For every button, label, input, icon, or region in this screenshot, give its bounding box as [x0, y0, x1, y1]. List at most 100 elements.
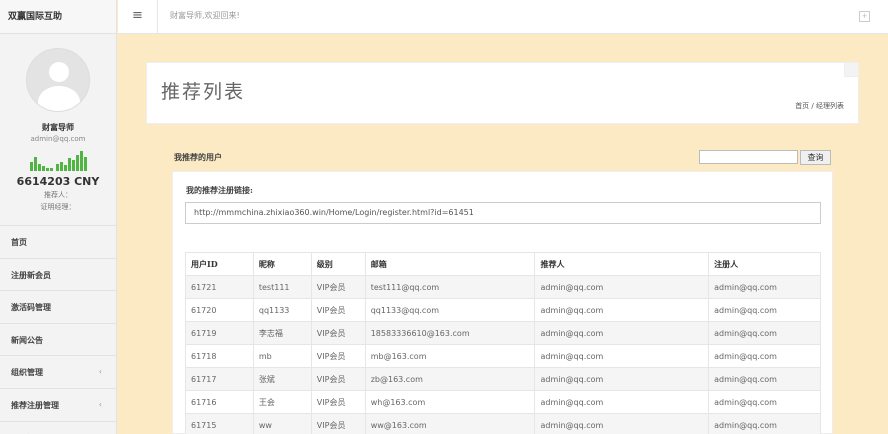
welcome-text: 财富导师,欢迎回来! [170, 11, 240, 20]
cell-email: wh@163.com [364, 390, 536, 414]
table-row[interactable]: 61715 ww VIP会员 ww@163.com admin@qq.com a… [185, 413, 821, 434]
breadcrumb[interactable]: 首页 / 经理列表 [795, 101, 844, 111]
cell-nickname: qq1133 [252, 298, 312, 322]
cell-registrant: admin@qq.com [708, 344, 821, 368]
manager-label: 证明经理： [40, 203, 76, 211]
cell-user-id: 61718 [185, 344, 254, 368]
search-button[interactable]: 查询 [800, 150, 831, 165]
cell-level: VIP会员 [310, 344, 366, 368]
cell-email: mb@163.com [364, 344, 536, 368]
table-row[interactable]: 61720 qq1133 VIP会员 qq1133@qq.com admin@q… [185, 298, 821, 322]
user-profile: 财富导师 admin@qq.com 6614203 CNY 推荐人： 证明经理： [0, 34, 116, 226]
table-header-row: 用户ID 昵称 级别 邮箱 推荐人 注册人 [185, 252, 821, 276]
cell-registrant: admin@qq.com [708, 298, 821, 322]
cell-registrant: admin@qq.com [708, 275, 821, 299]
column-header-level[interactable]: 级别 [310, 252, 366, 276]
cell-email: zb@163.com [364, 367, 536, 391]
cell-recommender: admin@qq.com [534, 367, 710, 391]
sidebar-item-label: 激活码管理 [11, 302, 51, 313]
referral-link-label: 我的推荐注册链接: [186, 185, 253, 195]
search-input[interactable] [699, 150, 798, 164]
referral-table: 用户ID 昵称 级别 邮箱 推荐人 注册人 61721 test111 VIP会… [185, 252, 821, 434]
cell-recommender: admin@qq.com [534, 390, 710, 414]
referral-link-field[interactable]: http://mmmchina.zhixiao360.win/Home/Logi… [185, 202, 821, 224]
column-header-recommender[interactable]: 推荐人 [534, 252, 710, 276]
sparkline-bars-icon [0, 149, 116, 171]
column-header-registrant[interactable]: 注册人 [708, 252, 821, 276]
chevron-left-icon: ‹ [99, 422, 102, 434]
table-row[interactable]: 61718 mb VIP会员 mb@163.com admin@qq.com a… [185, 344, 821, 368]
cell-user-id: 61720 [185, 298, 254, 322]
sidebar-item-referral-management[interactable]: 推荐注册管理 ‹ [0, 388, 116, 422]
collapse-icon[interactable] [844, 63, 858, 77]
sidebar-item-label: 注册新会员 [11, 269, 51, 280]
page-title: 推荐列表 [161, 81, 246, 103]
hamburger-icon[interactable]: ≡ [118, 0, 158, 34]
sidebar-menu: 首页 注册新会员 激活码管理 新闻公告 组织管理 ‹ 推荐注册管理 ‹ 账号管理 ‹ [0, 226, 116, 434]
table-row[interactable]: 61716 王会 VIP会员 wh@163.com admin@qq.com a… [185, 390, 821, 414]
column-header-user-id[interactable]: 用户ID [185, 252, 254, 276]
sidebar-item-label: 组织管理 [11, 367, 43, 378]
cell-nickname: ww [252, 413, 312, 434]
cell-nickname: 张斌 [252, 367, 312, 391]
cell-email: test111@qq.com [364, 275, 536, 299]
cell-email: ww@163.com [364, 413, 536, 434]
section-label: 我推荐的用户 [174, 152, 222, 162]
sidebar-item-account[interactable]: 账号管理 ‹ [0, 421, 116, 434]
cell-user-id: 61717 [185, 367, 254, 391]
sidebar-item-home[interactable]: 首页 [0, 226, 116, 259]
cell-recommender: admin@qq.com [534, 275, 710, 299]
cell-recommender: admin@qq.com [534, 413, 710, 434]
cell-nickname: 王会 [252, 390, 312, 414]
sidebar-item-activation-codes[interactable]: 激活码管理 [0, 291, 116, 324]
sidebar-item-organization[interactable]: 组织管理 ‹ [0, 356, 116, 389]
column-header-email[interactable]: 邮箱 [364, 252, 536, 276]
cell-registrant: admin@qq.com [708, 367, 821, 391]
cell-user-id: 61719 [185, 321, 254, 345]
cell-email: 18583336610@163.com [364, 321, 536, 345]
cell-level: VIP会员 [310, 367, 366, 391]
sidebar-item-label: 推荐注册管理 [11, 399, 59, 410]
balance: 6614203 CNY [16, 175, 100, 188]
cell-level: VIP会员 [310, 321, 366, 345]
recommender-label: 推荐人： [44, 191, 72, 199]
avatar-head-shape [49, 62, 69, 82]
cell-level: VIP会员 [310, 390, 366, 414]
column-header-nickname[interactable]: 昵称 [252, 252, 312, 276]
avatar-body-shape [38, 86, 80, 111]
sidebar: 双赢国际互助 财富导师 admin@qq.com 6614203 CNY 推荐人… [0, 0, 117, 434]
cell-level: VIP会员 [310, 298, 366, 322]
table-row[interactable]: 61721 test111 VIP会员 test111@qq.com admin… [185, 275, 821, 299]
profile-email: admin@qq.com [30, 135, 86, 143]
cell-email: qq1133@qq.com [364, 298, 536, 322]
cell-nickname: 李志福 [252, 321, 312, 345]
referral-card: 我的推荐注册链接: http://mmmchina.zhixiao360.win… [172, 171, 833, 434]
page-header: 推荐列表 首页 / 经理列表 [146, 62, 859, 124]
sidebar-item-news[interactable]: 新闻公告 [0, 323, 116, 357]
sidebar-item-register-member[interactable]: 注册新会员 [0, 258, 116, 292]
chevron-left-icon: ‹ [98, 367, 102, 377]
cell-user-id: 61716 [185, 390, 254, 414]
sidebar-item-label: 首页 [11, 237, 27, 247]
expand-icon[interactable]: + [859, 11, 870, 22]
top-bar: ≡ 财富导师,欢迎回来! + [118, 0, 888, 34]
cell-user-id: 61721 [185, 275, 254, 299]
avatar[interactable] [26, 48, 90, 112]
table-row[interactable]: 61719 李志福 VIP会员 18583336610@163.com admi… [185, 321, 821, 345]
cell-level: VIP会员 [310, 275, 366, 299]
cell-recommender: admin@qq.com [534, 321, 710, 345]
cell-nickname: mb [252, 344, 312, 368]
table-row[interactable]: 61717 张斌 VIP会员 zb@163.com admin@qq.com a… [185, 367, 821, 391]
cell-recommender: admin@qq.com [534, 298, 710, 322]
cell-nickname: test111 [252, 275, 312, 299]
sidebar-item-label: 新闻公告 [11, 334, 43, 345]
cell-registrant: admin@qq.com [708, 413, 821, 434]
profile-name: 财富导师 [42, 123, 74, 132]
cell-registrant: admin@qq.com [708, 390, 821, 414]
sidebar-item-label: 账号管理 [11, 422, 43, 434]
cell-level: VIP会员 [310, 413, 366, 434]
cell-recommender: admin@qq.com [534, 344, 710, 368]
brand-logo[interactable]: 双赢国际互助 [0, 0, 116, 34]
cell-user-id: 61715 [185, 413, 254, 434]
cell-registrant: admin@qq.com [708, 321, 821, 345]
